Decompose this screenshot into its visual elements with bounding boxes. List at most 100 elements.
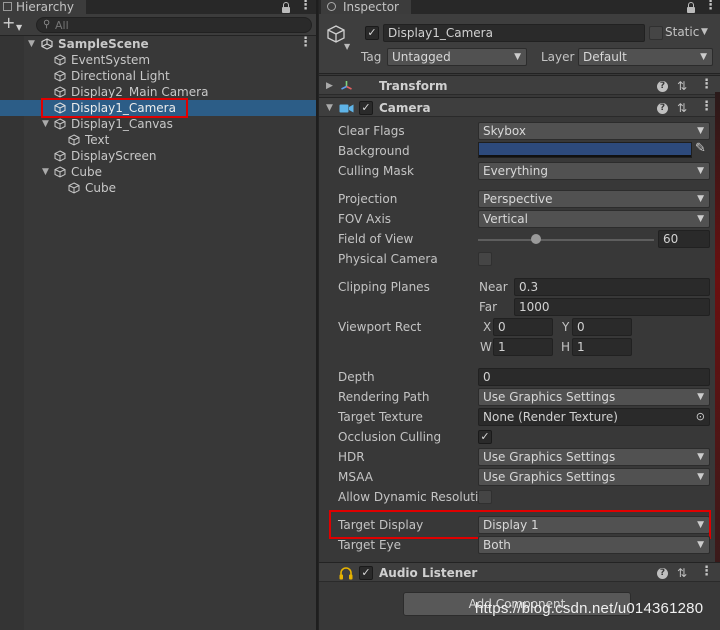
hierarchy-item[interactable]: Cube — [0, 180, 316, 196]
lock-icon[interactable] — [282, 2, 290, 13]
preset-icon[interactable]: ⇅ — [677, 79, 687, 93]
dynamic-resolution-checkbox[interactable] — [478, 490, 492, 504]
hierarchy-tab-bar: Hierarchy — [0, 0, 316, 14]
camera-component-header[interactable]: ▼ ✓ Camera ? ⇅ — [319, 97, 720, 117]
hierarchy-toolbar: + ▼ ⚲ — [0, 14, 316, 36]
help-icon[interactable]: ? — [657, 81, 668, 92]
target-texture-field[interactable]: None (Render Texture) ⊙ — [478, 408, 710, 426]
hierarchy-search[interactable]: ⚲ — [36, 17, 312, 33]
component-menu-icon[interactable] — [700, 77, 713, 92]
expand-arrow-icon[interactable]: ▼ — [326, 98, 333, 118]
viewport-y-label: Y — [562, 320, 570, 334]
physical-camera-label: Physical Camera — [338, 252, 438, 266]
cube-icon — [54, 150, 66, 162]
tag-dropdown[interactable]: Untagged ▼ — [387, 48, 527, 66]
viewport-w-field[interactable]: 1 — [493, 338, 553, 356]
highlight-box — [329, 510, 711, 539]
inspector-panel: Inspector ▼ ✓ Display1_Camera Static ▼ T… — [318, 0, 720, 630]
target-texture-value: None (Render Texture) — [483, 410, 618, 424]
background-color-swatch[interactable] — [478, 142, 692, 158]
audio-listener-component-header[interactable]: ✓ Audio Listener ? ⇅ — [319, 562, 720, 582]
near-field[interactable]: 0.3 — [514, 278, 710, 296]
hdr-value: Use Graphics Settings — [483, 450, 616, 464]
viewport-x-label: X — [483, 320, 492, 334]
tab-inspector[interactable]: Inspector — [321, 0, 411, 14]
chevron-down-icon: ▼ — [697, 166, 704, 176]
static-checkbox[interactable] — [649, 26, 663, 40]
chevron-down-icon[interactable]: ▼ — [344, 42, 350, 51]
eyedropper-icon[interactable]: ✎ — [695, 141, 706, 156]
projection-dropdown[interactable]: Perspective ▼ — [478, 190, 710, 208]
layer-dropdown[interactable]: Default ▼ — [578, 48, 713, 66]
preset-icon[interactable]: ⇅ — [677, 101, 687, 115]
camera-enabled-checkbox[interactable]: ✓ — [359, 101, 373, 115]
projection-value: Perspective — [483, 192, 553, 206]
hierarchy-item[interactable]: Text — [0, 132, 316, 148]
help-icon[interactable]: ? — [657, 568, 668, 579]
rendering-path-dropdown[interactable]: Use Graphics Settings ▼ — [478, 388, 710, 406]
hierarchy-item[interactable]: ▼ Cube — [0, 164, 316, 180]
fov-slider-thumb[interactable] — [531, 234, 542, 244]
audio-enabled-checkbox[interactable]: ✓ — [359, 566, 373, 580]
culling-mask-dropdown[interactable]: Everything ▼ — [478, 162, 710, 180]
scene-label: SampleScene — [58, 37, 149, 51]
expand-arrow-icon[interactable]: ▼ — [42, 164, 49, 180]
create-button[interactable]: + ▼ — [2, 13, 26, 33]
chevron-down-icon: ▼ — [697, 126, 704, 136]
tag-label: Tag — [361, 50, 382, 64]
hierarchy-item[interactable]: EventSystem — [0, 52, 316, 68]
search-input[interactable] — [55, 18, 295, 32]
expand-arrow-icon[interactable]: ▼ — [42, 116, 49, 132]
background-label: Background — [338, 144, 410, 158]
item-label: Directional Light — [71, 69, 170, 83]
transform-component-header[interactable]: ▶ Transform ? ⇅ — [319, 75, 720, 95]
scrollbar[interactable] — [715, 92, 720, 562]
layer-label: Layer — [541, 50, 575, 64]
collapse-arrow-icon[interactable]: ▶ — [326, 76, 333, 96]
fov-value-field[interactable]: 60 — [658, 230, 710, 248]
hdr-dropdown[interactable]: Use Graphics Settings ▼ — [478, 448, 710, 466]
hierarchy-item[interactable]: DisplayScreen — [0, 148, 316, 164]
viewport-x-field[interactable]: 0 — [493, 318, 553, 336]
physical-camera-checkbox[interactable] — [478, 252, 492, 266]
clear-flags-dropdown[interactable]: Skybox ▼ — [478, 122, 710, 140]
lock-icon[interactable] — [687, 2, 695, 13]
cube-icon — [54, 70, 66, 82]
scene-row[interactable]: ▼ SampleScene — [0, 35, 316, 52]
object-picker-icon[interactable]: ⊙ — [696, 409, 705, 425]
target-eye-dropdown[interactable]: Both ▼ — [478, 536, 710, 554]
msaa-dropdown[interactable]: Use Graphics Settings ▼ — [478, 468, 710, 486]
depth-field[interactable]: 0 — [478, 368, 710, 386]
occlusion-culling-checkbox[interactable]: ✓ — [478, 430, 492, 444]
help-icon[interactable]: ? — [657, 103, 668, 114]
hierarchy-item[interactable]: ▼ Display1_Canvas — [0, 116, 316, 132]
scene-menu-icon[interactable] — [299, 35, 312, 51]
chevron-down-icon[interactable]: ▼ — [701, 27, 708, 37]
viewport-y-field[interactable]: 0 — [572, 318, 632, 336]
far-field[interactable]: 1000 — [514, 298, 710, 316]
chevron-down-icon: ▼ — [697, 540, 704, 550]
preset-icon[interactable]: ⇅ — [677, 566, 687, 580]
tab-hierarchy[interactable]: Hierarchy — [0, 0, 86, 14]
hierarchy-item[interactable]: Directional Light — [0, 68, 316, 84]
fov-label: Field of View — [338, 232, 414, 246]
expand-arrow-icon[interactable]: ▼ — [28, 36, 35, 52]
rendering-path-value: Use Graphics Settings — [483, 390, 616, 404]
culling-mask-label: Culling Mask — [338, 164, 414, 178]
gameobject-header: ▼ ✓ Display1_Camera Static ▼ Tag Untagge… — [319, 14, 720, 74]
fov-slider-track[interactable] — [478, 239, 654, 241]
viewport-h-field[interactable]: 1 — [572, 338, 632, 356]
item-label: Display1_Canvas — [71, 117, 173, 131]
plus-icon: + — [2, 13, 16, 32]
clear-flags-label: Clear Flags — [338, 124, 405, 138]
menu-kebab-icon[interactable] — [299, 0, 312, 13]
menu-kebab-icon[interactable] — [704, 0, 717, 13]
component-menu-icon[interactable] — [700, 564, 713, 579]
hdr-label: HDR — [338, 450, 365, 464]
occlusion-culling-label: Occlusion Culling — [338, 430, 442, 444]
component-menu-icon[interactable] — [700, 99, 713, 114]
fov-axis-dropdown[interactable]: Vertical ▼ — [478, 210, 710, 228]
object-name-field[interactable]: Display1_Camera — [383, 24, 645, 42]
active-checkbox[interactable]: ✓ — [365, 26, 379, 40]
chevron-down-icon: ▼ — [697, 452, 704, 462]
